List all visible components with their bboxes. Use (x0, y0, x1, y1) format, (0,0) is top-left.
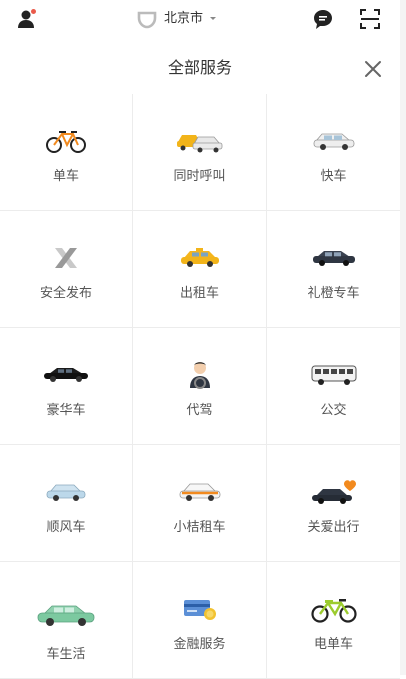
service-label: 关爱出行 (307, 520, 360, 535)
scrollbar-track[interactable] (400, 0, 406, 675)
service-label: 顺风车 (46, 520, 86, 535)
service-safety[interactable]: 安全发布 (0, 211, 133, 328)
service-label: 礼橙专车 (307, 286, 360, 301)
service-label: 豪华车 (46, 403, 86, 418)
care-car-icon (311, 480, 356, 504)
service-label: 单车 (52, 169, 79, 184)
city-selector[interactable]: 北京市 (164, 10, 203, 28)
service-taxi[interactable]: 出租车 (133, 211, 267, 328)
services-header: 全部服务 (0, 40, 406, 95)
close-icon[interactable] (362, 58, 384, 80)
bicycle-icon (46, 131, 86, 153)
service-label: 公交 (320, 403, 347, 418)
services-grid: 单车 同时呼叫 快车 安全发布 出租车 礼橙专车 豪华车 代驾 公交 顺风车 小… (0, 94, 400, 679)
chevron-down-icon[interactable] (210, 17, 216, 20)
service-label: 快车 (320, 169, 347, 184)
ebike-icon (310, 599, 357, 623)
hitch-car-icon (46, 484, 86, 501)
service-finance[interactable]: 金融服务 (133, 562, 267, 679)
chauffeur-icon (189, 362, 210, 389)
luxury-car-icon (44, 368, 88, 382)
service-label: 安全发布 (39, 286, 92, 301)
page-title: 全部服务 (167, 58, 232, 77)
service-label: 电单车 (313, 637, 353, 652)
service-multi-call[interactable]: 同时呼叫 (133, 94, 267, 211)
scan-icon[interactable] (360, 9, 380, 29)
car-life-icon (37, 605, 95, 626)
safety-x-icon (55, 248, 77, 268)
bus-icon (311, 365, 356, 385)
taxi-icon (180, 248, 219, 267)
service-label: 出租车 (179, 286, 219, 301)
service-bus[interactable]: 公交 (267, 328, 400, 445)
service-bike[interactable]: 单车 (0, 94, 133, 211)
service-label: 金融服务 (173, 637, 226, 652)
service-care[interactable]: 关爱出行 (267, 445, 400, 562)
didi-logo-icon (137, 11, 157, 29)
rental-car-icon (179, 483, 220, 501)
service-label: 小桔租车 (173, 520, 226, 535)
finance-card-icon (183, 600, 216, 620)
service-rental[interactable]: 小桔租车 (133, 445, 267, 562)
service-hitch[interactable]: 顺风车 (0, 445, 133, 562)
service-express[interactable]: 快车 (267, 94, 400, 211)
service-premium[interactable]: 礼橙专车 (267, 211, 400, 328)
express-car-icon (313, 133, 354, 150)
service-label: 同时呼叫 (173, 169, 226, 184)
service-label: 代驾 (186, 403, 213, 418)
multi-car-icon (176, 135, 222, 153)
service-ebike[interactable]: 电单车 (267, 562, 400, 679)
notification-dot (31, 9, 36, 14)
service-label: 车生活 (46, 647, 86, 662)
top-bar: 北京市 (0, 0, 406, 40)
service-car-life[interactable]: 车生活 (0, 562, 133, 679)
service-chauffeur[interactable]: 代驾 (133, 328, 267, 445)
message-icon[interactable] (312, 8, 334, 30)
service-luxury[interactable]: 豪华车 (0, 328, 133, 445)
premium-car-icon (312, 251, 355, 266)
